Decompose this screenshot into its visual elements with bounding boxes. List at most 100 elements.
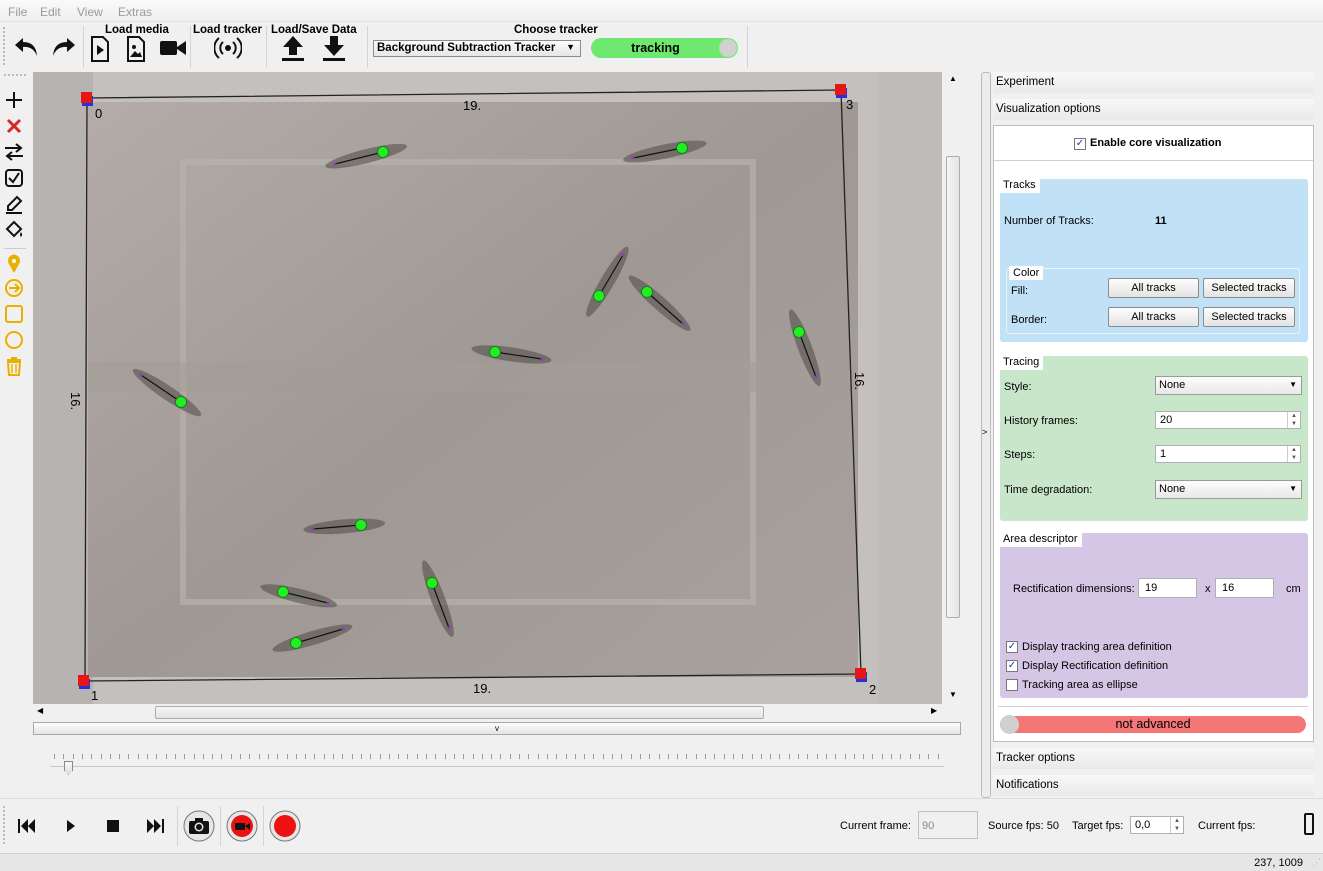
redo-icon[interactable] <box>48 32 78 62</box>
record-icon[interactable] <box>267 808 303 844</box>
track-tail-point <box>326 601 330 605</box>
toggle-knob[interactable] <box>1000 715 1019 734</box>
rectification-width-input[interactable]: 19 <box>1138 578 1197 598</box>
panel-collapse-handle[interactable]: > <box>981 72 991 798</box>
toolbar-grip[interactable] <box>4 74 26 76</box>
style-select[interactable]: None ▼ <box>1155 376 1302 395</box>
chevron-down-icon: v <box>495 724 499 733</box>
tank-reflection <box>88 362 858 392</box>
toolbar-grip[interactable] <box>3 806 7 844</box>
fill-selected-tracks-button[interactable]: Selected tracks <box>1203 278 1295 298</box>
rectification-unit-label: cm <box>1286 583 1301 595</box>
track-head-marker[interactable] <box>641 286 653 298</box>
fill-all-tracks-button[interactable]: All tracks <box>1108 278 1199 298</box>
download-icon[interactable] <box>319 33 349 63</box>
border-all-tracks-button[interactable]: All tracks <box>1108 307 1199 327</box>
advanced-toggle[interactable]: not advanced <box>1000 715 1306 734</box>
track-head-marker[interactable] <box>489 346 501 358</box>
corner-handle[interactable] <box>855 668 866 679</box>
corner-handle[interactable] <box>78 675 89 686</box>
corner-handle[interactable] <box>835 84 846 95</box>
edit-pencil-icon[interactable] <box>2 192 26 216</box>
vertical-scrollbar[interactable]: ▲ ▼ <box>944 72 962 704</box>
delete-track-icon[interactable] <box>2 114 26 138</box>
ellipse-tool-icon[interactable] <box>2 328 26 352</box>
scroll-left-icon[interactable]: ◀ <box>37 706 43 715</box>
enable-core-checkbox[interactable]: ✓ <box>1074 138 1086 150</box>
track-head-marker[interactable] <box>377 146 389 158</box>
upload-icon[interactable] <box>278 33 308 63</box>
toggle-knob[interactable] <box>719 39 737 57</box>
spin-arrows-icon[interactable]: ▲ ▼ <box>1287 446 1300 462</box>
scroll-up-icon[interactable]: ▲ <box>949 74 957 83</box>
collapse-controls-bar[interactable]: v <box>33 722 961 735</box>
track-head-marker[interactable] <box>175 396 187 408</box>
stop-icon[interactable] <box>95 808 131 844</box>
add-track-icon[interactable] <box>2 88 26 112</box>
track-head-marker[interactable] <box>277 586 289 598</box>
camera-icon[interactable] <box>158 33 188 63</box>
tracking-area-ellipse-checkbox[interactable] <box>1006 679 1018 691</box>
undo-icon[interactable] <box>12 32 42 62</box>
tracker-select[interactable]: Background Subtraction Tracker ▼ <box>373 40 581 57</box>
slider-handle[interactable] <box>64 761 73 775</box>
history-frames-value: 20 <box>1160 414 1173 426</box>
tracker-options-section-header[interactable]: Tracker options <box>993 748 1314 769</box>
rectangle-tool-icon[interactable] <box>2 302 26 326</box>
slider-track <box>50 766 944 767</box>
tracking-toggle-label: tracking <box>631 41 680 55</box>
resize-grip-icon[interactable]: ⋰ <box>1312 857 1321 868</box>
toolbar-grip[interactable] <box>3 27 7 65</box>
screenshot-camera-icon[interactable] <box>181 808 217 844</box>
arrow-circle-icon[interactable] <box>2 276 26 300</box>
experiment-section-header[interactable]: Experiment <box>993 72 1314 93</box>
frame-slider[interactable] <box>50 752 944 780</box>
video-view[interactable]: 0 1 2 3 19. 19. 16. 16. <box>33 72 942 704</box>
track-head-marker[interactable] <box>793 326 805 338</box>
border-selected-tracks-button[interactable]: Selected tracks <box>1203 307 1295 327</box>
map-marker-icon[interactable] <box>2 252 26 276</box>
track-tail-point <box>341 627 345 631</box>
history-frames-spinbox[interactable]: 20 ▲ ▼ <box>1155 411 1301 429</box>
spin-arrows-icon[interactable]: ▲ ▼ <box>1287 412 1300 428</box>
validate-checkbox-icon[interactable] <box>2 166 26 190</box>
skip-to-end-icon[interactable] <box>137 808 173 844</box>
menu-file[interactable]: File <box>8 5 27 19</box>
swap-ids-icon[interactable] <box>2 140 26 164</box>
track-head-marker[interactable] <box>290 637 302 649</box>
menu-view[interactable]: View <box>77 5 103 19</box>
scroll-right-icon[interactable]: ▶ <box>931 706 937 715</box>
vertical-scroll-thumb[interactable] <box>946 156 960 618</box>
skip-to-start-icon[interactable] <box>9 808 45 844</box>
menu-edit[interactable]: Edit <box>40 5 61 19</box>
chevron-down-icon: ▼ <box>1289 484 1297 493</box>
steps-spinbox[interactable]: 1 ▲ ▼ <box>1155 445 1301 463</box>
tracking-canvas[interactable]: 0 1 2 3 19. 19. 16. 16. <box>33 72 942 704</box>
track-head-marker[interactable] <box>355 519 367 531</box>
menu-extras[interactable]: Extras <box>118 5 152 19</box>
rectification-height-input[interactable]: 16 <box>1215 578 1274 598</box>
display-rectification-checkbox[interactable]: ✓ <box>1006 660 1018 672</box>
load-video-file-icon[interactable] <box>85 34 115 64</box>
visualization-section-header[interactable]: Visualization options <box>993 99 1314 120</box>
scroll-down-icon[interactable]: ▼ <box>949 690 957 699</box>
play-icon[interactable] <box>53 808 89 844</box>
track-head-marker[interactable] <box>593 290 605 302</box>
track-head-marker[interactable] <box>426 577 438 589</box>
horizontal-scrollbar[interactable]: ◀ ▶ <box>33 704 942 720</box>
spin-arrows-icon[interactable]: ▲ ▼ <box>1170 817 1183 833</box>
time-degradation-select[interactable]: None ▼ <box>1155 480 1302 499</box>
display-tracking-area-checkbox[interactable]: ✓ <box>1006 641 1018 653</box>
load-tracker-icon[interactable] <box>213 33 243 63</box>
trash-icon[interactable] <box>2 354 26 378</box>
record-video-icon[interactable] <box>224 808 260 844</box>
corner-handle[interactable] <box>81 92 92 103</box>
tracking-toggle[interactable]: tracking <box>591 38 738 58</box>
track-head-marker[interactable] <box>676 142 688 154</box>
horizontal-scroll-thumb[interactable] <box>155 706 764 719</box>
notifications-section-header[interactable]: Notifications <box>993 775 1314 796</box>
paint-bucket-icon[interactable] <box>2 218 26 242</box>
color-subgroup-title: Color <box>1009 266 1044 280</box>
load-image-file-icon[interactable] <box>121 34 151 64</box>
target-fps-spinbox[interactable]: 0,0 ▲ ▼ <box>1130 816 1184 834</box>
